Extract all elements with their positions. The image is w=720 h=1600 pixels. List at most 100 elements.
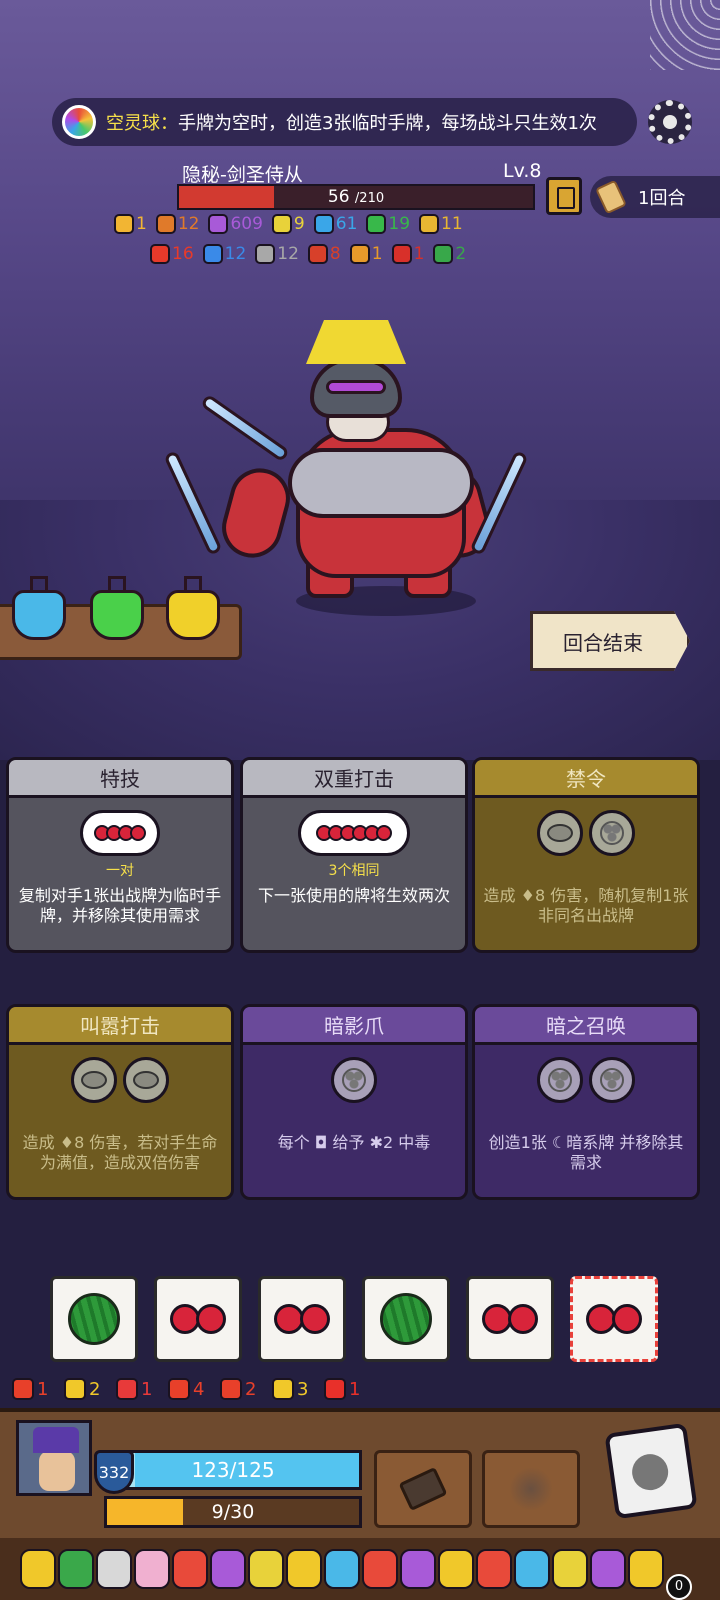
relic-icon[interactable] <box>134 1549 170 1589</box>
skill-title: 暗之召唤 <box>475 1007 697 1045</box>
red-flame-icon <box>307 244 328 264</box>
die-cherry[interactable] <box>154 1276 242 1362</box>
player-status-value: 2 <box>89 1378 101 1400</box>
enemy-sword <box>200 393 290 463</box>
relic-icon[interactable] <box>514 1549 550 1589</box>
blue-skull-icon <box>202 244 223 264</box>
enemy-status[interactable]: 1 <box>114 214 147 234</box>
player-status[interactable]: 2 <box>220 1378 256 1400</box>
burst-button[interactable] <box>482 1450 580 1528</box>
skill-card-trick[interactable]: 特技 一对 复制对手1张出战牌为临时手牌，并移除其使用需求 <box>6 757 234 953</box>
shield-badge-icon <box>114 214 134 234</box>
enemy-status[interactable]: 12 <box>255 244 299 264</box>
enemy-status[interactable]: 12 <box>202 244 246 264</box>
skill-card-taunt-strike[interactable]: 叫嚣打击 造成 ♦8 伤害，若对手生命为满值，造成双倍伤害 <box>6 1004 234 1200</box>
enemy-level: Lv.8 <box>503 160 542 182</box>
enemy-status[interactable]: 11 <box>419 214 463 234</box>
relic-icon[interactable] <box>400 1549 436 1589</box>
player-status[interactable]: 1 <box>324 1378 360 1400</box>
lock-button[interactable] <box>374 1450 472 1528</box>
settings-gear-icon[interactable] <box>648 100 692 144</box>
relic-icon[interactable] <box>590 1549 626 1589</box>
yellow-chevron-icon <box>272 1378 294 1400</box>
enemy-status[interactable]: 9 <box>271 214 305 234</box>
red-gear-icon <box>12 1378 34 1400</box>
relic-icon[interactable] <box>248 1549 284 1589</box>
die-watermelon[interactable] <box>362 1276 450 1362</box>
skill-description: 下一张使用的牌将生效两次 <box>257 886 450 905</box>
ethereal-orb-icon <box>62 105 96 139</box>
green-potion[interactable] <box>88 576 146 642</box>
relic-icon[interactable] <box>210 1549 246 1589</box>
die-cherry[interactable] <box>258 1276 346 1362</box>
relic-icon[interactable] <box>20 1549 56 1589</box>
enemy-status-value: 16 <box>172 244 194 264</box>
enemy-info-book-icon[interactable] <box>546 177 582 215</box>
enemy-status[interactable]: 1 <box>349 244 383 264</box>
scroll-icon <box>595 179 627 215</box>
blue-potion[interactable] <box>10 576 68 642</box>
enemy-status-value: 11 <box>441 214 463 234</box>
player-status[interactable]: 1 <box>12 1378 48 1400</box>
triangle-icon <box>271 214 292 234</box>
enemy-status[interactable]: 1 <box>391 244 424 264</box>
relic-icon[interactable] <box>96 1549 132 1589</box>
spider-web-decoration <box>650 0 720 70</box>
potion-flask <box>12 590 66 640</box>
player-status[interactable]: 3 <box>272 1378 308 1400</box>
relic-icon[interactable] <box>552 1549 588 1589</box>
die-cherry[interactable] <box>466 1276 554 1362</box>
enemy-armor <box>288 448 474 518</box>
enemy-status[interactable]: 609 <box>208 214 263 234</box>
player-status[interactable]: 1 <box>116 1378 152 1400</box>
enemy-eyes <box>326 380 386 394</box>
skill-card-shadow-claw[interactable]: 暗影爪 每个 ◘ 给予 ✱2 中毒 <box>240 1004 468 1200</box>
die-cherry-selected[interactable] <box>570 1276 658 1362</box>
relic-icon[interactable] <box>286 1549 322 1589</box>
player-avatar[interactable] <box>16 1420 92 1496</box>
enemy-status[interactable]: 61 <box>313 214 357 234</box>
gray-skull-icon <box>255 244 276 264</box>
enemy-status-value: 2 <box>455 244 467 264</box>
relic-icon[interactable] <box>324 1549 360 1589</box>
red-spiral-icon <box>168 1378 190 1400</box>
skill-requirement <box>475 1107 697 1125</box>
enemy-status[interactable]: 8 <box>307 244 341 264</box>
relic-description: 手牌为空时，创造3张临时手牌，每场战斗只生效1次 <box>178 113 597 134</box>
relic-icon[interactable] <box>476 1549 512 1589</box>
player-status-value: 1 <box>141 1378 153 1400</box>
relic-icon[interactable] <box>628 1549 664 1589</box>
player-status-value: 1 <box>37 1378 49 1400</box>
red-shield-icon <box>116 1378 138 1400</box>
enemy-status[interactable]: 19 <box>366 214 410 234</box>
relic-bar[interactable] <box>0 1538 720 1600</box>
enemy-status[interactable]: 2 <box>433 244 466 264</box>
skill-requirement <box>243 1107 465 1125</box>
green-swirl-icon <box>366 214 387 234</box>
player-status-value: 3 <box>297 1378 309 1400</box>
enemy-samurai-monkey[interactable] <box>163 318 536 618</box>
skill-card-dark-summon[interactable]: 暗之召唤 创造1张 ☾暗系牌 并移除其需求 <box>472 1004 700 1200</box>
enemy-status[interactable]: 16 <box>150 244 194 264</box>
potion-flask <box>90 590 144 640</box>
roll-dice-button[interactable] <box>604 1422 698 1520</box>
yellow-potion[interactable] <box>164 576 222 642</box>
dice-slots <box>9 1057 231 1103</box>
player-status[interactable]: 4 <box>168 1378 204 1400</box>
potion-flask <box>166 590 220 640</box>
skill-card-double-strike[interactable]: 双重打击 3个相同 下一张使用的牌将生效两次 <box>240 757 468 953</box>
enemy-status[interactable]: 12 <box>155 214 199 234</box>
die-watermelon[interactable] <box>50 1276 138 1362</box>
dice-slots <box>475 1057 697 1103</box>
relic-icon[interactable] <box>362 1549 398 1589</box>
skill-card-ban[interactable]: 禁令 造成 ♦8 伤害，随机复制1张非同名出战牌 <box>472 757 700 953</box>
purple-splat-icon <box>208 214 229 234</box>
end-turn-button[interactable]: 回合结束 <box>530 611 690 671</box>
relic-icon[interactable] <box>172 1549 208 1589</box>
relic-icon[interactable] <box>58 1549 94 1589</box>
enemy-status-value: 609 <box>230 214 263 234</box>
relic-icon[interactable] <box>438 1549 474 1589</box>
cherry-triple-slot <box>298 810 410 856</box>
skill-requirement <box>9 1107 231 1125</box>
player-status[interactable]: 2 <box>64 1378 100 1400</box>
